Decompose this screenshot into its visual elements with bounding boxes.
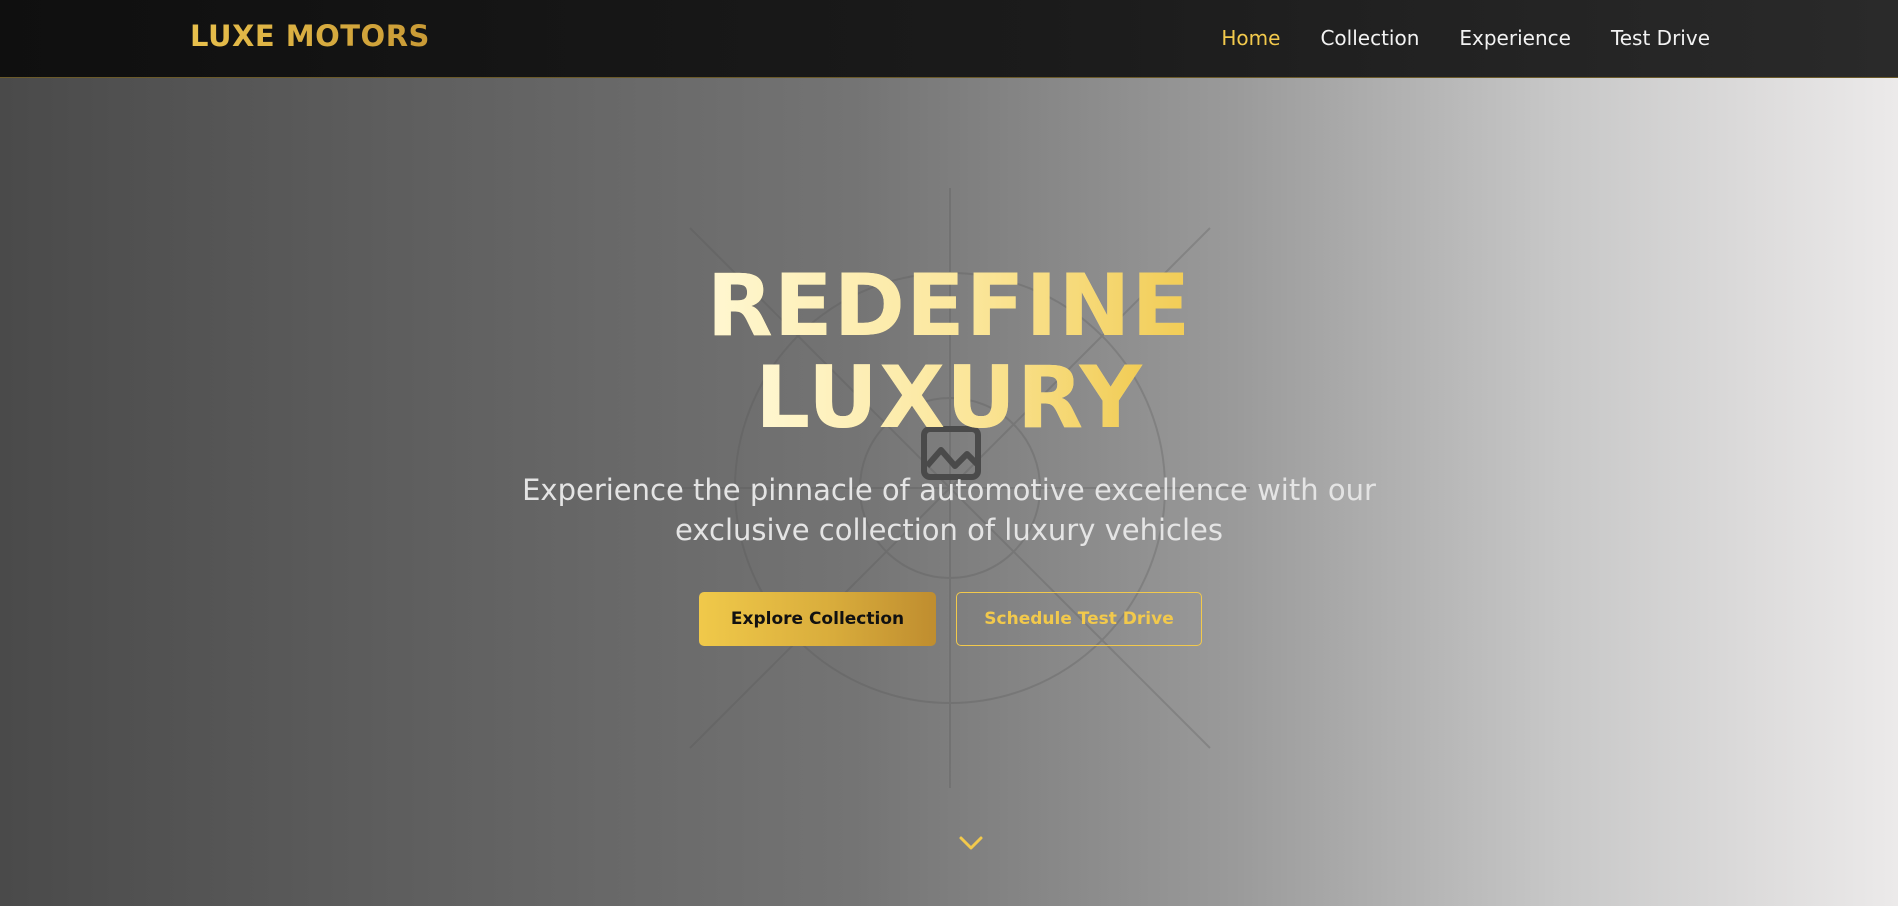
- nav-item-test-drive[interactable]: Test Drive: [1611, 26, 1710, 50]
- hero-headline-line-2: LUXURY: [755, 348, 1143, 448]
- explore-collection-button[interactable]: Explore Collection: [699, 592, 936, 646]
- hero-headline: REDEFINE LUXURY: [0, 260, 1898, 444]
- hero-headline-line-1: REDEFINE: [706, 256, 1192, 356]
- hero-section: REDEFINE LUXURY Experience the pinnacle …: [0, 78, 1898, 906]
- nav-item-home[interactable]: Home: [1221, 26, 1280, 50]
- schedule-test-drive-button[interactable]: Schedule Test Drive: [956, 592, 1202, 646]
- chevron-down-icon[interactable]: [958, 834, 984, 852]
- hero-subtitle-line-1: Experience the pinnacle of automotive ex…: [522, 473, 1376, 507]
- hero-subtitle: Experience the pinnacle of automotive ex…: [0, 470, 1898, 550]
- hero-subtitle-line-2: exclusive collection of luxury vehicles: [675, 513, 1223, 547]
- nav-item-experience[interactable]: Experience: [1459, 26, 1571, 50]
- hero-buttons: Explore Collection Schedule Test Drive: [699, 592, 1202, 646]
- nav-item-collection[interactable]: Collection: [1320, 26, 1419, 50]
- nav-links: Home Collection Experience Test Drive: [1221, 26, 1710, 50]
- navbar: LUXE MOTORS Home Collection Experience T…: [0, 0, 1898, 78]
- brand-logo[interactable]: LUXE MOTORS: [190, 19, 430, 53]
